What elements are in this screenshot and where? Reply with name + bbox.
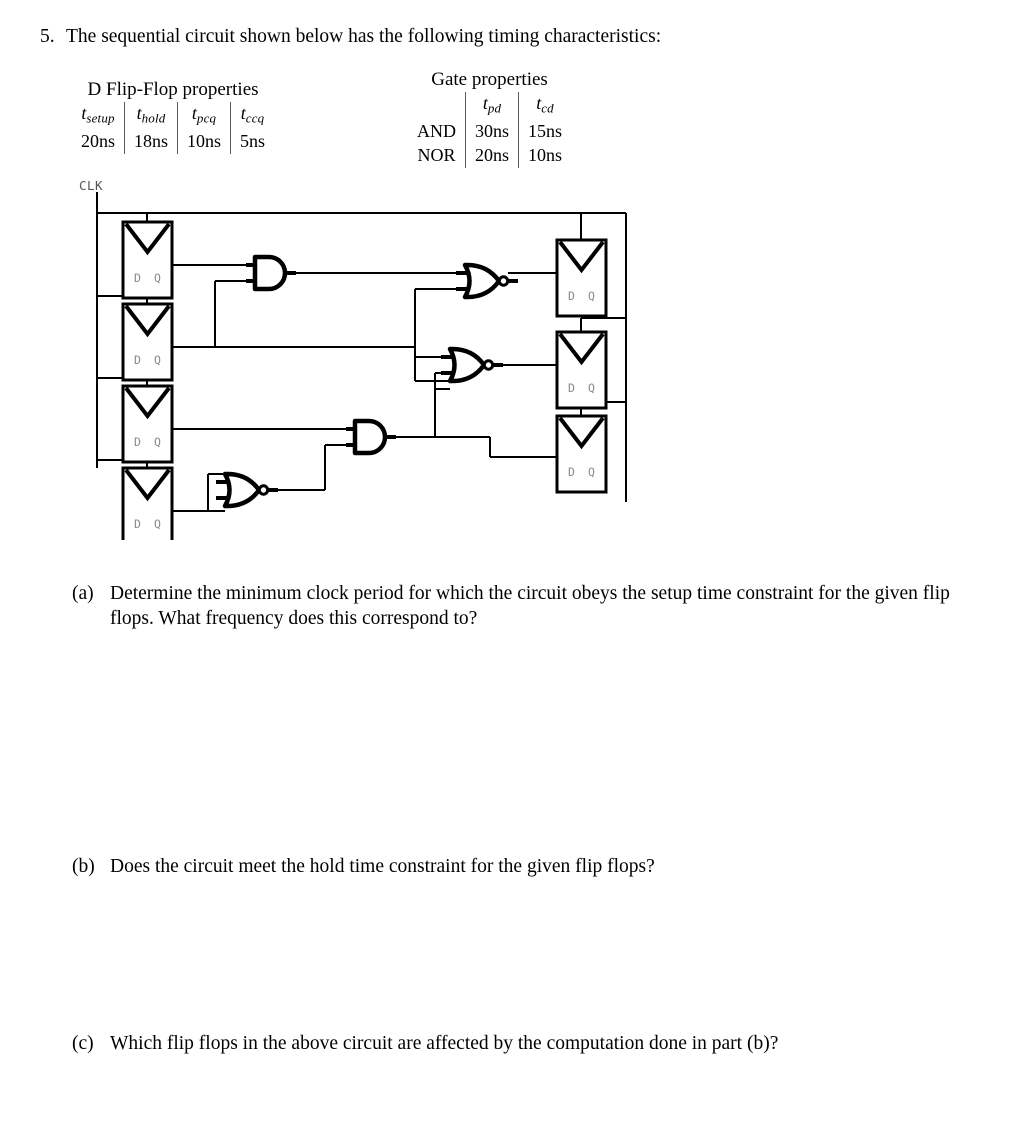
flipflop-properties-table: D Flip-Flop properties tsetup thold tpcq…	[72, 78, 275, 154]
and-tcd-value: 15ns	[518, 119, 572, 144]
value-tccq: 5ns	[230, 129, 275, 154]
wire-ff2q-branch-to-nors	[215, 287, 465, 383]
worksheet-page: 5. The sequential circuit shown below ha…	[0, 0, 1012, 1134]
part-c-text: Which flip flops in the above circuit ar…	[110, 1033, 779, 1054]
flipflop-table-grid: tsetup thold tpcq tccq 20ns 18ns 10ns 5n…	[72, 102, 275, 154]
question-stem: 5. The sequential circuit shown below ha…	[40, 24, 980, 50]
value-tsetup: 20ns	[81, 130, 116, 151]
ff-right-1	[555, 238, 608, 318]
header-thold: thold	[124, 102, 178, 130]
header-tpcq: tpcq	[177, 102, 231, 130]
header-tsetup: tsetup	[81, 103, 115, 126]
part-a-text: Determine the minimum clock period for w…	[110, 583, 950, 629]
wire-nor2-pin-rows	[413, 347, 450, 437]
header-tpd: tpd	[464, 92, 519, 120]
part-b: (b) Does the circuit meet the hold time …	[72, 854, 982, 879]
nor-tcd-value: 10ns	[518, 143, 572, 168]
gate-properties-table: Gate properties tpd tcd AND 30ns 15ns NO…	[408, 68, 572, 168]
ff-left-3	[121, 384, 174, 464]
gate-table-grid: tpd tcd AND 30ns 15ns NOR 20ns 10ns	[408, 92, 572, 168]
wire-ff4q-to-nor3-second-input	[206, 472, 225, 511]
and-tpd-value: 30ns	[464, 119, 519, 144]
nor-gate-1	[456, 265, 518, 297]
part-b-tag: (b)	[72, 856, 95, 877]
gate-row-label-and: AND	[417, 120, 456, 141]
value-tpcq: 10ns	[177, 129, 231, 154]
ff-left-1	[121, 220, 174, 300]
part-c-tag: (c)	[72, 1033, 94, 1054]
nor-tpd-value: 20ns	[464, 143, 519, 168]
table-row: tsetup thold tpcq tccq	[72, 102, 275, 130]
value-thold: 18ns	[124, 129, 178, 154]
header-tccq: tccq	[230, 102, 275, 130]
part-a: (a) Determine the minimum clock period f…	[72, 581, 982, 631]
table-row: 20ns 18ns 10ns 5ns	[72, 129, 275, 154]
gate-table-corner	[408, 92, 466, 120]
gate-row-label-nor: NOR	[417, 144, 456, 165]
question-stem-text: The sequential circuit shown below has t…	[66, 26, 662, 47]
part-a-tag: (a)	[72, 583, 94, 604]
wire-ff2q-to-and1	[172, 279, 255, 349]
flipflop-table-caption: D Flip-Flop properties	[87, 79, 259, 100]
table-row: NOR 20ns 10ns	[408, 143, 572, 168]
ff-right-2	[555, 330, 608, 410]
part-b-text: Does the circuit meet the hold time cons…	[110, 856, 655, 877]
wire-nor3-to-and2	[268, 443, 355, 492]
wire-nor2-lower-input	[433, 387, 450, 437]
question-number: 5.	[40, 26, 55, 47]
and-gate-1	[246, 257, 296, 289]
header-tcd: tcd	[518, 92, 572, 120]
nor-gate-3	[216, 474, 278, 506]
ff-left-2	[121, 302, 174, 382]
wire-and2-to-nor2-and-ffr3	[385, 379, 557, 459]
gate-table-caption: Gate properties	[431, 69, 548, 90]
and-gate-2	[346, 421, 396, 453]
clock-tap-ff-right-2	[579, 316, 626, 332]
part-c: (c) Which flip flops in the above circui…	[72, 1031, 982, 1056]
table-row: tpd tcd	[408, 92, 572, 120]
ff-left-4	[121, 466, 174, 540]
nor-gate-2	[441, 349, 503, 381]
sequential-circuit-diagram: D Q	[95, 192, 628, 540]
table-row: AND 30ns 15ns	[408, 119, 572, 144]
ff-right-3	[555, 414, 608, 494]
